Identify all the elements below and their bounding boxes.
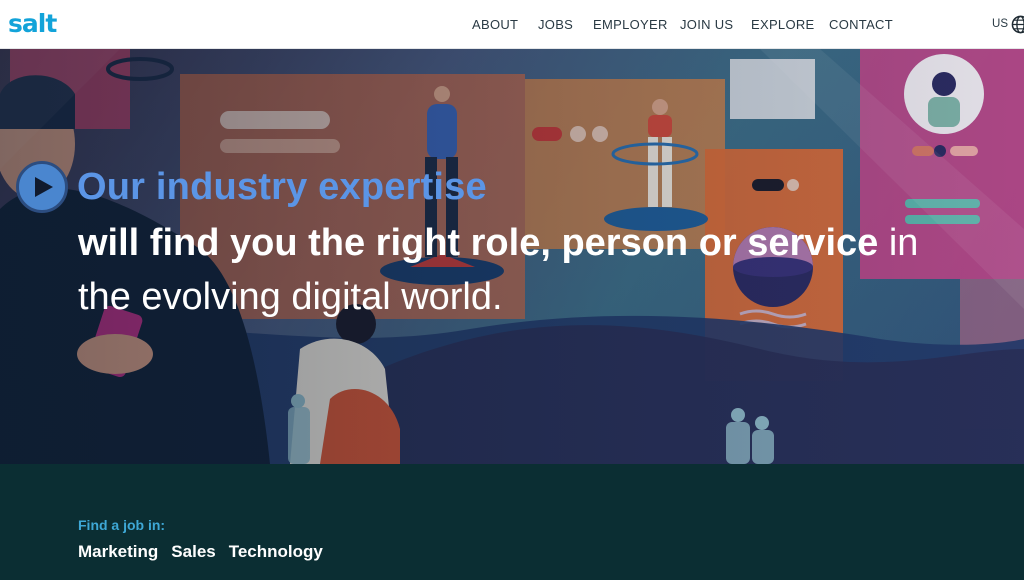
nav-about[interactable]: ABOUT [472,17,518,33]
job-category-links: Marketing Sales Technology [78,541,323,563]
job-link-sales[interactable]: Sales [171,541,215,563]
headline-line-3: the evolving digital world. [78,276,503,318]
nav-explore[interactable]: EXPLORE [751,17,815,33]
headline-row-accent: Our industry expertise [16,161,1024,213]
region-label: US [992,18,1008,30]
region-selector[interactable]: US [992,14,1024,34]
hero-banner: Our industry expertise will find you the… [0,49,1024,464]
headline-bold: will find you the right role, person or … [78,222,879,264]
globe-icon [1011,15,1024,33]
main-nav: ABOUT JOBS EMPLOYER JOIN US EXPLORE CONT… [0,17,1024,33]
headline-accent: Our industry expertise [77,166,487,208]
nav-join-us[interactable]: JOIN US [680,17,733,33]
find-job-section: Find a job in: Marketing Sales Technolog… [0,464,1024,580]
headline-rest: in [878,222,919,264]
job-link-marketing[interactable]: Marketing [78,541,158,563]
job-link-technology[interactable]: Technology [229,541,323,563]
nav-employer[interactable]: EMPLOYER [593,17,668,33]
headline-line-2: will find you the right role, person or … [78,219,918,267]
hero-headline: Our industry expertise will find you the… [16,161,1024,318]
site-header: salt ABOUT JOBS EMPLOYER JOIN US EXPLORE… [0,0,1024,49]
play-video-button[interactable] [16,161,68,213]
nav-jobs[interactable]: JOBS [538,17,573,33]
nav-contact[interactable]: CONTACT [829,17,893,33]
find-job-label: Find a job in: [78,517,166,533]
play-icon [35,177,53,197]
